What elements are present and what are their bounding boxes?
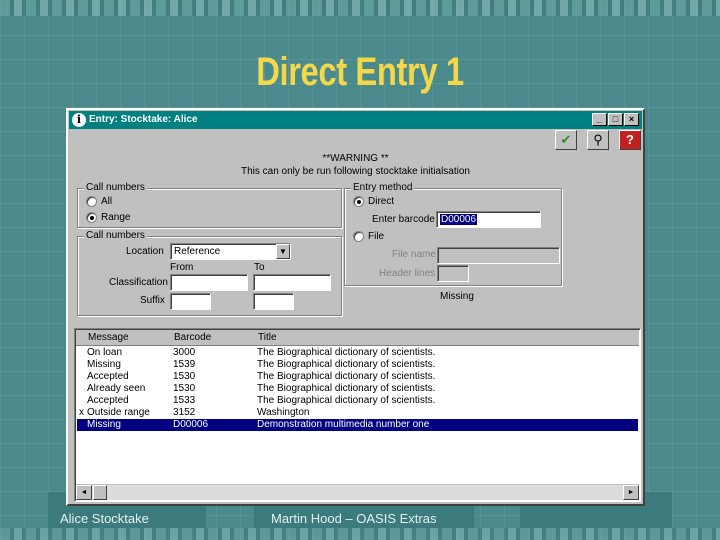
table-row[interactable]: Accepted 1530 The Biographical dictionar… <box>77 371 638 383</box>
location-label: Location <box>126 246 164 257</box>
call-numbers-range-label: Call numbers <box>84 182 147 193</box>
row-title: The Biographical dictionary of scientist… <box>257 359 436 370</box>
row-title: Demonstration multimedia number one <box>257 419 430 430</box>
footer-left-text: Alice Stocktake <box>60 511 149 526</box>
row-barcode: 1530 <box>173 371 196 382</box>
classification-from-input[interactable] <box>170 274 248 291</box>
row-message: On loan <box>87 347 123 358</box>
row-title: The Biographical dictionary of scientist… <box>257 395 436 406</box>
results-grid-header: Message Barcode Title <box>76 330 639 346</box>
barcode-value: D00006 <box>440 214 478 225</box>
help-icon[interactable]: ? <box>619 130 641 150</box>
barcode-input[interactable]: D00006 <box>436 211 541 228</box>
row-barcode: 1539 <box>173 359 196 370</box>
row-barcode: D00006 <box>173 419 209 430</box>
row-barcode: 3152 <box>173 407 196 418</box>
binoculars-find-icon[interactable]: ⚲ <box>587 130 609 150</box>
chevron-down-icon[interactable]: ▼ <box>276 244 290 259</box>
close-button[interactable]: × <box>624 113 639 126</box>
row-message: Accepted <box>87 371 129 382</box>
suffix-label: Suffix <box>140 295 165 306</box>
location-value: Reference <box>174 246 221 257</box>
entry-file-label: File <box>368 231 385 242</box>
column-header-barcode[interactable]: Barcode <box>174 332 211 343</box>
row-title: The Biographical dictionary of scientist… <box>257 383 436 394</box>
info-icon: i <box>72 113 86 127</box>
window-title: Entry: Stocktake: Alice <box>89 114 198 125</box>
warning-text: This can only be run following stocktake… <box>240 166 470 177</box>
row-barcode: 1530 <box>173 383 196 394</box>
entry-file-radio[interactable] <box>353 231 364 242</box>
classification-label: Classification <box>109 277 168 288</box>
row-message: Missing <box>87 359 121 370</box>
scroll-thumb[interactable] <box>93 485 107 500</box>
header-lines-label: Header lines <box>379 268 436 279</box>
ok-checkmark-icon[interactable]: ✔ <box>555 130 577 150</box>
decorative-top-strip <box>0 0 720 16</box>
from-label: From <box>170 262 194 273</box>
table-row-selected[interactable]: Missing D00006 Demonstration multimedia … <box>77 419 638 431</box>
horizontal-scrollbar[interactable]: ◄ ► <box>76 484 639 500</box>
entry-status-text: Missing <box>440 291 474 302</box>
call-numbers-range-radio[interactable] <box>86 212 97 223</box>
header-lines-input[interactable] <box>437 265 469 282</box>
maximize-button[interactable]: □ <box>608 113 623 126</box>
table-row[interactable]: Missing 1539 The Biographical dictionary… <box>77 359 638 371</box>
call-numbers-fields-label: Call numbers <box>84 230 147 241</box>
suffix-from-input[interactable] <box>170 293 211 310</box>
scroll-left-icon[interactable]: ◄ <box>76 485 92 500</box>
file-name-input[interactable] <box>437 247 560 264</box>
scroll-right-icon[interactable]: ► <box>623 485 639 500</box>
barcode-label: Enter barcode <box>372 214 435 225</box>
slide-title: Direct Entry 1 <box>256 50 464 94</box>
row-title: The Biographical dictionary of scientist… <box>257 371 436 382</box>
warning-title: **WARNING ** <box>322 153 389 164</box>
row-mark: x <box>79 407 84 418</box>
stocktake-entry-window: i Entry: Stocktake: Alice _ □ × ✔ ⚲ ? **… <box>66 108 645 506</box>
table-row[interactable]: Accepted 1533 The Biographical dictionar… <box>77 395 638 407</box>
entry-direct-label: Direct <box>368 196 395 207</box>
to-label: To <box>254 262 265 273</box>
entry-method-label: Entry method <box>351 182 415 193</box>
call-numbers-all-label: All <box>101 196 113 207</box>
row-message: Already seen <box>87 383 146 394</box>
column-header-message[interactable]: Message <box>88 332 129 343</box>
table-row[interactable]: On loan 3000 The Biographical dictionary… <box>77 347 638 359</box>
row-message: Outside range <box>87 407 150 418</box>
results-grid[interactable]: Message Barcode Title On loan 3000 The B… <box>74 328 641 502</box>
call-numbers-all-radio[interactable] <box>86 196 97 207</box>
row-message: Missing <box>87 419 121 430</box>
classification-to-input[interactable] <box>253 274 331 291</box>
entry-direct-radio[interactable] <box>353 196 364 207</box>
minimize-button[interactable]: _ <box>592 113 607 126</box>
table-row[interactable]: x Outside range 3152 Washington <box>77 407 638 419</box>
suffix-to-input[interactable] <box>253 293 294 310</box>
footer-center-text: Martin Hood – OASIS Extras <box>271 511 437 526</box>
call-numbers-range-option-label: Range <box>101 212 131 223</box>
decorative-bottom-strip <box>0 528 720 540</box>
row-barcode: 1533 <box>173 395 196 406</box>
row-title: The Biographical dictionary of scientist… <box>257 347 436 358</box>
row-title: Washington <box>257 407 310 418</box>
row-message: Accepted <box>87 395 129 406</box>
window-titlebar[interactable]: i Entry: Stocktake: Alice _ □ × <box>69 111 642 129</box>
location-select[interactable]: Reference ▼ <box>170 243 291 260</box>
column-header-title[interactable]: Title <box>258 332 277 343</box>
row-barcode: 3000 <box>173 347 196 358</box>
file-name-label: File name <box>392 249 436 260</box>
table-row[interactable]: Already seen 1530 The Biographical dicti… <box>77 383 638 395</box>
